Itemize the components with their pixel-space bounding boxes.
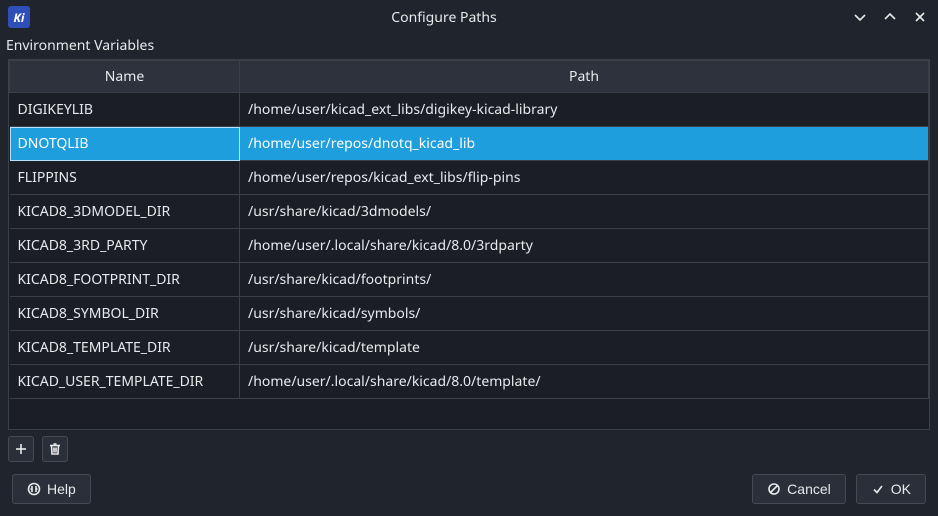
table-row[interactable]: KICAD8_SYMBOL_DIR/usr/share/kicad/symbol… <box>10 297 929 331</box>
env-path-cell[interactable]: /home/user/.local/share/kicad/8.0/3rdpar… <box>240 229 929 263</box>
app-icon: Ki <box>8 6 30 28</box>
window-controls <box>850 7 930 27</box>
env-name-cell[interactable]: DIGIKEYLIB <box>10 93 240 127</box>
titlebar: Ki Configure Paths <box>0 0 938 34</box>
window-title: Configure Paths <box>38 8 850 27</box>
close-button[interactable] <box>910 7 930 27</box>
dialog-button-bar: Help Cancel OK <box>0 462 938 516</box>
env-path-cell[interactable]: /home/user/repos/dnotq_kicad_lib <box>240 127 929 161</box>
maximize-button[interactable] <box>880 7 900 27</box>
add-row-button[interactable] <box>8 436 34 462</box>
table-row[interactable]: DNOTQLIB/home/user/repos/dnotq_kicad_lib <box>10 127 929 161</box>
env-path-cell[interactable]: /usr/share/kicad/3dmodels/ <box>240 195 929 229</box>
env-name-cell[interactable]: DNOTQLIB <box>10 127 240 161</box>
row-toolbar <box>8 436 930 462</box>
plus-icon <box>14 442 28 456</box>
column-header-name[interactable]: Name <box>10 61 240 93</box>
cancel-button-label: Cancel <box>787 481 831 497</box>
grid-empty-area <box>9 399 929 429</box>
ok-button-label: OK <box>891 481 911 497</box>
app-icon-text: Ki <box>14 9 25 26</box>
section-label: Environment Variables <box>0 34 938 59</box>
help-button[interactable]: Help <box>12 474 91 504</box>
help-button-label: Help <box>47 481 76 497</box>
trash-icon <box>48 442 62 456</box>
column-header-path[interactable]: Path <box>240 61 929 93</box>
table-row[interactable]: KICAD8_3RD_PARTY/home/user/.local/share/… <box>10 229 929 263</box>
env-var-grid: Name Path DIGIKEYLIB/home/user/kicad_ext… <box>8 59 930 430</box>
cancel-icon <box>767 482 781 496</box>
minimize-button[interactable] <box>850 7 870 27</box>
env-name-cell[interactable]: KICAD8_SYMBOL_DIR <box>10 297 240 331</box>
env-name-cell[interactable]: KICAD8_FOOTPRINT_DIR <box>10 263 240 297</box>
grid-header-row: Name Path <box>10 61 929 93</box>
env-path-cell[interactable]: /home/user/repos/kicad_ext_libs/flip-pin… <box>240 161 929 195</box>
cancel-button[interactable]: Cancel <box>752 474 846 504</box>
table-row[interactable]: FLIPPINS/home/user/repos/kicad_ext_libs/… <box>10 161 929 195</box>
table-row[interactable]: KICAD8_3DMODEL_DIR/usr/share/kicad/3dmod… <box>10 195 929 229</box>
chevron-up-icon <box>883 10 897 24</box>
table-row[interactable]: KICAD8_TEMPLATE_DIR/usr/share/kicad/temp… <box>10 331 929 365</box>
env-name-cell[interactable]: KICAD_USER_TEMPLATE_DIR <box>10 365 240 399</box>
env-name-cell[interactable]: KICAD8_3RD_PARTY <box>10 229 240 263</box>
env-path-cell[interactable]: /usr/share/kicad/symbols/ <box>240 297 929 331</box>
table-row[interactable]: KICAD8_FOOTPRINT_DIR/usr/share/kicad/foo… <box>10 263 929 297</box>
close-icon <box>913 10 927 24</box>
env-path-cell[interactable]: /home/user/.local/share/kicad/8.0/templa… <box>240 365 929 399</box>
help-icon <box>27 482 41 496</box>
delete-row-button[interactable] <box>42 436 68 462</box>
check-icon <box>871 482 885 496</box>
env-name-cell[interactable]: FLIPPINS <box>10 161 240 195</box>
env-path-cell[interactable]: /usr/share/kicad/footprints/ <box>240 263 929 297</box>
chevron-down-icon <box>853 10 867 24</box>
ok-button[interactable]: OK <box>856 474 926 504</box>
env-name-cell[interactable]: KICAD8_3DMODEL_DIR <box>10 195 240 229</box>
env-name-cell[interactable]: KICAD8_TEMPLATE_DIR <box>10 331 240 365</box>
table-row[interactable]: KICAD_USER_TEMPLATE_DIR/home/user/.local… <box>10 365 929 399</box>
env-path-cell[interactable]: /home/user/kicad_ext_libs/digikey-kicad-… <box>240 93 929 127</box>
env-path-cell[interactable]: /usr/share/kicad/template <box>240 331 929 365</box>
table-row[interactable]: DIGIKEYLIB/home/user/kicad_ext_libs/digi… <box>10 93 929 127</box>
